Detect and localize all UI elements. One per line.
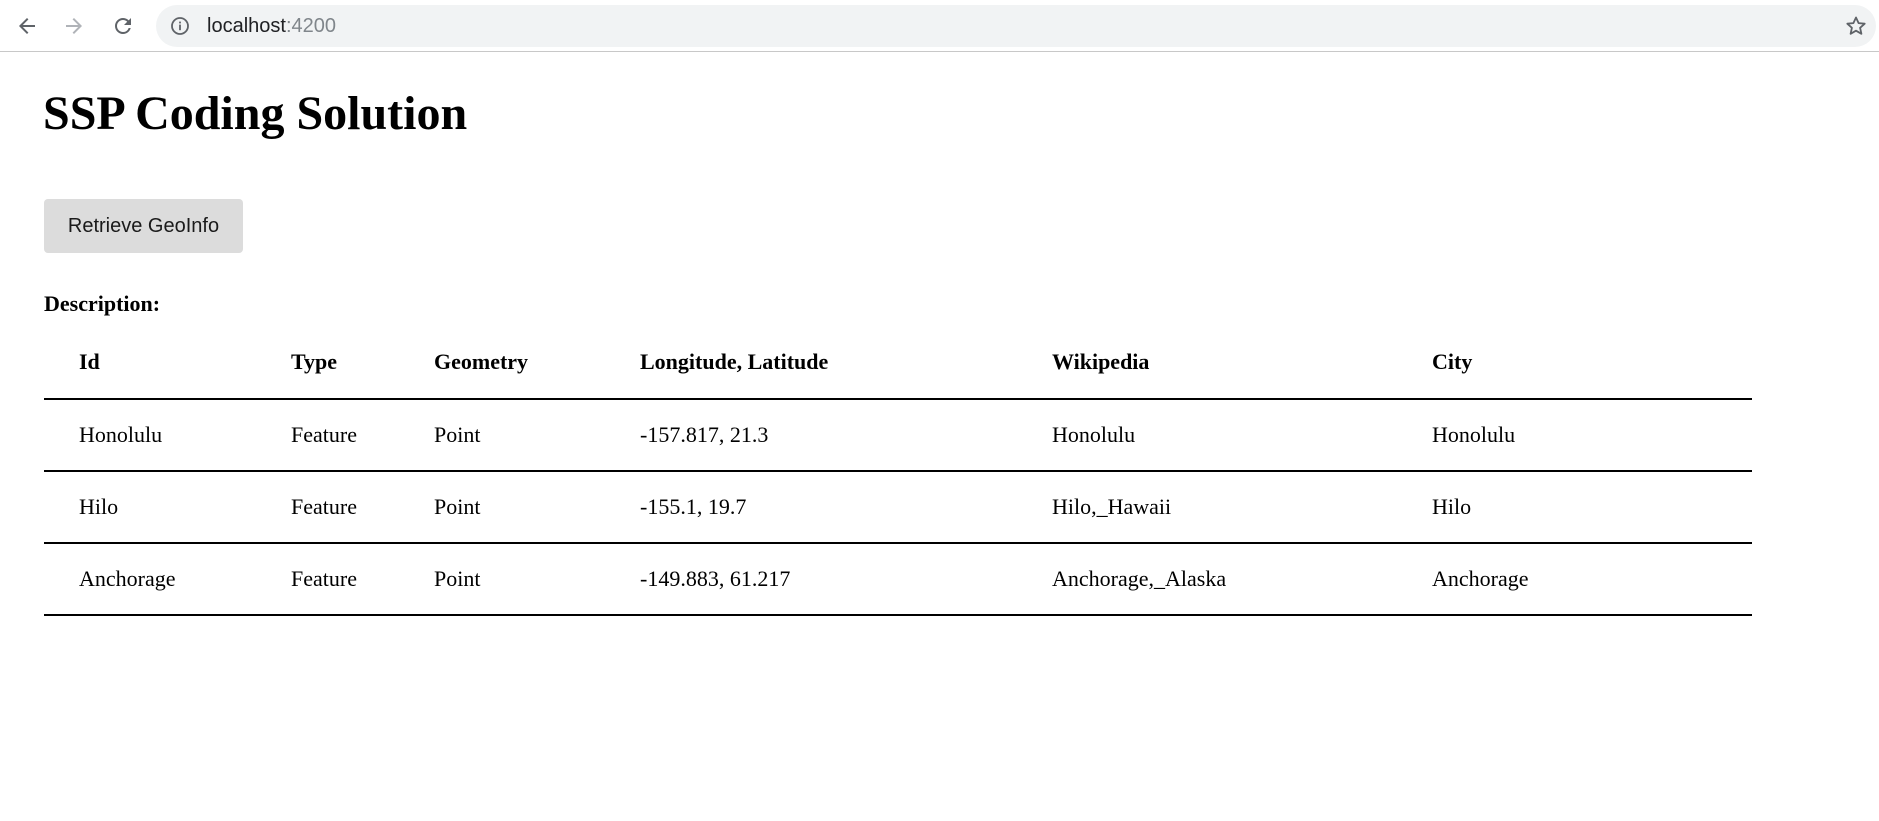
back-button[interactable]: [10, 9, 44, 43]
cell-id: Hilo: [44, 471, 256, 544]
reload-icon: [115, 18, 131, 34]
header-city: City: [1397, 326, 1752, 400]
cell-city: Honolulu: [1397, 399, 1752, 472]
arrow-left-icon: [19, 18, 35, 34]
cell-type: Feature: [256, 543, 399, 616]
cell-wikipedia: Anchorage,_Alaska: [1017, 543, 1397, 616]
geo-info-table: Id Type Geometry Longitude, Latitude Wik…: [44, 326, 1752, 616]
table-header-row: Id Type Geometry Longitude, Latitude Wik…: [44, 326, 1752, 400]
url-text[interactable]: localhost:4200: [207, 14, 336, 38]
address-bar[interactable]: localhost:4200: [156, 5, 1876, 47]
description-label: Description:: [44, 291, 161, 316]
cell-type: Feature: [256, 471, 399, 544]
forward-button[interactable]: [57, 9, 91, 43]
cell-type: Feature: [256, 399, 399, 472]
cell-wikipedia: Hilo,_Hawaii: [1017, 471, 1397, 544]
cell-geometry: Point: [399, 399, 605, 472]
cell-geometry: Point: [399, 543, 605, 616]
arrow-right-icon: [66, 18, 82, 34]
header-longitude-latitude: Longitude, Latitude: [605, 326, 1017, 400]
cell-longitude-latitude: -155.1, 19.7: [605, 471, 1017, 544]
cell-wikipedia: Honolulu: [1017, 399, 1397, 472]
page-title: SSP Coding Solution: [43, 87, 468, 140]
star-icon[interactable]: [1844, 14, 1868, 38]
retrieve-geoinfo-button[interactable]: Retrieve GeoInfo: [44, 199, 243, 253]
cell-geometry: Point: [399, 471, 605, 544]
table-row: Honolulu Feature Point -157.817, 21.3 Ho…: [44, 399, 1752, 472]
cell-id: Anchorage: [44, 543, 256, 616]
browser-toolbar: localhost:4200: [0, 0, 1879, 52]
cell-city: Hilo: [1397, 471, 1752, 544]
cell-longitude-latitude: -149.883, 61.217: [605, 543, 1017, 616]
table-row: Hilo Feature Point -155.1, 19.7 Hilo,_Ha…: [44, 471, 1752, 544]
header-wikipedia: Wikipedia: [1017, 326, 1397, 400]
header-type: Type: [256, 326, 399, 400]
table-row: Anchorage Feature Point -149.883, 61.217…: [44, 543, 1752, 616]
reload-button[interactable]: [106, 9, 140, 43]
cell-longitude-latitude: -157.817, 21.3: [605, 399, 1017, 472]
cell-id: Honolulu: [44, 399, 256, 472]
cell-city: Anchorage: [1397, 543, 1752, 616]
header-id: Id: [44, 326, 256, 400]
info-icon[interactable]: [170, 16, 190, 36]
url-port: :4200: [285, 15, 336, 37]
header-geometry: Geometry: [399, 326, 605, 400]
url-host: localhost: [207, 15, 286, 37]
